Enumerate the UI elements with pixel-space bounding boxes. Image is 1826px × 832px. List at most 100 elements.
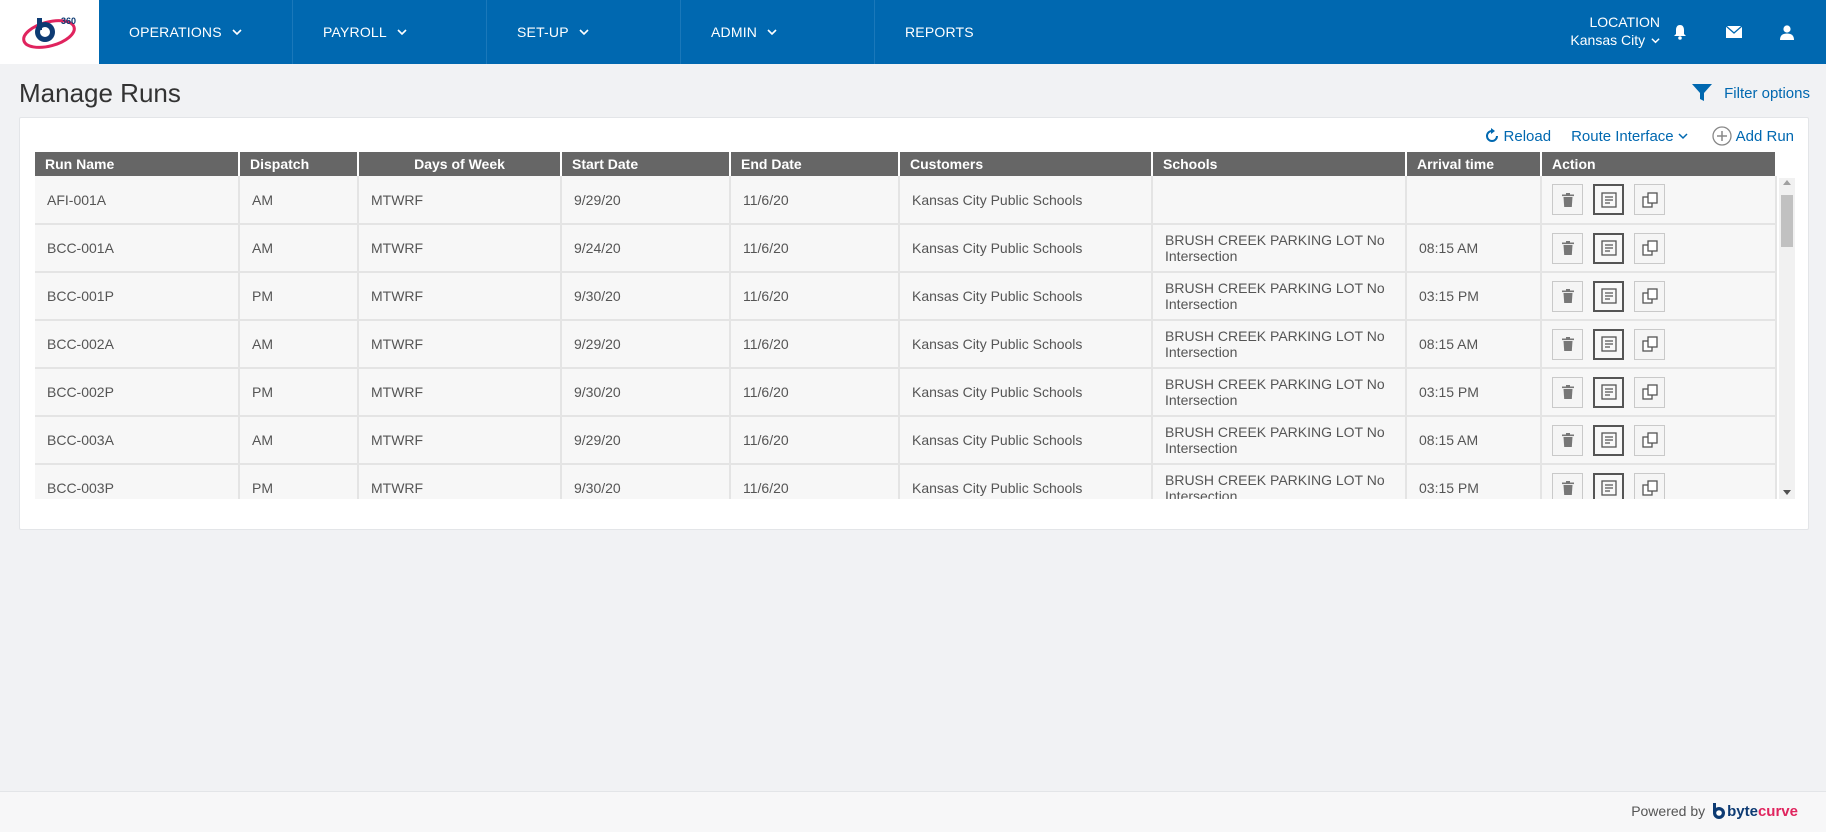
powered-by-label: Powered by bbox=[1631, 803, 1706, 819]
column-header-schools[interactable]: Schools bbox=[1152, 152, 1407, 176]
copy-icon bbox=[1641, 191, 1658, 208]
notes-run-button[interactable] bbox=[1593, 232, 1624, 264]
table-row[interactable]: AFI-001A AM MTWRF 9/29/20 11/6/20 Kansas City… bbox=[35, 176, 1777, 225]
notes-run-button[interactable] bbox=[1593, 184, 1624, 215]
delete-run-button[interactable] bbox=[1552, 424, 1583, 456]
trash-icon bbox=[1561, 481, 1574, 495]
table-row[interactable]: BCC-001P PM MTWRF 9/30/20 11/6/20 Kansas City… bbox=[35, 272, 1777, 321]
copy-icon bbox=[1641, 432, 1658, 448]
table-header-row: Run Name Dispatch Days of Week Start Date En… bbox=[35, 152, 1777, 176]
nav-item-operations[interactable]: OPERATIONS bbox=[99, 0, 293, 64]
days-cell: MTWRF bbox=[358, 176, 562, 225]
top-navbar: 360 OPERATIONS PAYROLL SET-UP ADMIN REPORTS … bbox=[0, 0, 1826, 64]
table-row[interactable]: BCC-002P PM MTWRF 9/30/20 11/6/20 Kansas City… bbox=[35, 368, 1777, 417]
nav-item-set-up[interactable]: SET-UP bbox=[487, 0, 681, 64]
copy-run-button[interactable] bbox=[1634, 184, 1665, 215]
copy-run-button[interactable] bbox=[1634, 376, 1665, 408]
notes-run-button[interactable] bbox=[1593, 424, 1624, 456]
school-cell: BRUSH CREEK PARKING LOT No Intersection bbox=[1152, 272, 1407, 321]
reload-button[interactable]: Reload bbox=[1484, 127, 1552, 145]
end-date-cell: 11/6/20 bbox=[730, 320, 900, 369]
location-selector[interactable]: LOCATION Kansas City bbox=[1540, 0, 1660, 64]
vertical-scrollbar[interactable] bbox=[1779, 178, 1795, 499]
chevron-down-icon bbox=[397, 29, 407, 36]
school-cell: BRUSH CREEK PARKING LOT No Intersection bbox=[1152, 320, 1407, 369]
nav-item-admin[interactable]: ADMIN bbox=[681, 0, 875, 64]
end-date-cell: 11/6/20 bbox=[730, 224, 900, 273]
logo-text: 360 bbox=[61, 16, 76, 26]
column-header-days-of-week[interactable]: Days of Week bbox=[358, 152, 562, 176]
table-row[interactable]: BCC-001A AM MTWRF 9/24/20 11/6/20 Kansas City… bbox=[35, 224, 1777, 273]
notes-run-button[interactable] bbox=[1593, 472, 1624, 499]
notes-icon bbox=[1600, 288, 1617, 304]
run-name-cell: BCC-001P bbox=[35, 272, 240, 321]
copy-run-button[interactable] bbox=[1634, 424, 1665, 456]
brand-logo[interactable]: byte curve bbox=[1711, 802, 1798, 820]
filter-options-button[interactable]: Filter options bbox=[1692, 84, 1810, 102]
notes-icon bbox=[1600, 480, 1617, 496]
delete-run-button[interactable] bbox=[1552, 280, 1583, 312]
reload-label: Reload bbox=[1503, 127, 1552, 145]
table-row[interactable]: BCC-002A AM MTWRF 9/29/20 11/6/20 Kansas City… bbox=[35, 320, 1777, 369]
delete-run-button[interactable] bbox=[1552, 232, 1583, 264]
scroll-down-arrow[interactable] bbox=[1783, 490, 1791, 495]
column-header-end-date[interactable]: End Date bbox=[730, 152, 900, 176]
column-header-customers[interactable]: Customers bbox=[899, 152, 1153, 176]
school-cell: BRUSH CREEK PARKING LOT No Intersection bbox=[1152, 464, 1407, 499]
days-cell: MTWRF bbox=[358, 224, 562, 273]
chevron-down-icon bbox=[1678, 133, 1688, 140]
user-menu-button[interactable] bbox=[1775, 20, 1799, 44]
column-header-action[interactable]: Action bbox=[1541, 152, 1777, 176]
messages-button[interactable] bbox=[1722, 20, 1746, 44]
delete-run-button[interactable] bbox=[1552, 184, 1583, 215]
notes-run-button[interactable] bbox=[1593, 328, 1624, 360]
nav-item-payroll[interactable]: PAYROLL bbox=[293, 0, 487, 64]
school-cell: BRUSH CREEK PARKING LOT No Intersection bbox=[1152, 368, 1407, 417]
scroll-up-arrow[interactable] bbox=[1783, 180, 1791, 185]
nav-item-reports[interactable]: REPORTS bbox=[875, 0, 1069, 64]
dispatch-cell: AM bbox=[239, 320, 359, 369]
school-cell: BRUSH CREEK PARKING LOT No Intersection bbox=[1152, 224, 1407, 273]
copy-run-button[interactable] bbox=[1634, 280, 1665, 312]
page-title: Manage Runs bbox=[19, 78, 181, 108]
scroll-thumb[interactable] bbox=[1781, 195, 1793, 247]
dispatch-cell: AM bbox=[239, 416, 359, 465]
copy-run-button[interactable] bbox=[1634, 472, 1665, 499]
copy-run-button[interactable] bbox=[1634, 328, 1665, 360]
trash-icon bbox=[1561, 289, 1574, 303]
arrival-time-cell: 03:15 PM bbox=[1406, 272, 1542, 321]
delete-run-button[interactable] bbox=[1552, 472, 1583, 499]
action-cell bbox=[1541, 368, 1777, 417]
app-logo[interactable]: 360 bbox=[0, 0, 99, 64]
notifications-button[interactable] bbox=[1668, 20, 1692, 44]
end-date-cell: 11/6/20 bbox=[730, 272, 900, 321]
column-header-arrival-time[interactable]: Arrival time bbox=[1406, 152, 1542, 176]
action-cell bbox=[1541, 320, 1777, 369]
days-cell: MTWRF bbox=[358, 464, 562, 499]
customer-cell: Kansas City Public Schools bbox=[899, 416, 1153, 465]
filter-options-label: Filter options bbox=[1724, 84, 1810, 102]
dispatch-cell: AM bbox=[239, 176, 359, 225]
end-date-cell: 11/6/20 bbox=[730, 368, 900, 417]
table-row[interactable]: BCC-003A AM MTWRF 9/29/20 11/6/20 Kansas City… bbox=[35, 416, 1777, 465]
add-run-button[interactable]: Add Run bbox=[1711, 126, 1794, 146]
table-row[interactable]: BCC-003P PM MTWRF 9/30/20 11/6/20 Kansas City… bbox=[35, 464, 1777, 499]
chevron-down-icon bbox=[767, 29, 777, 36]
customer-cell: Kansas City Public Schools bbox=[899, 464, 1153, 499]
end-date-cell: 11/6/20 bbox=[730, 416, 900, 465]
bell-icon bbox=[1674, 25, 1686, 40]
location-value[interactable]: Kansas City bbox=[1570, 32, 1660, 48]
delete-run-button[interactable] bbox=[1552, 328, 1583, 360]
customer-cell: Kansas City Public Schools bbox=[899, 176, 1153, 225]
column-header-dispatch[interactable]: Dispatch bbox=[239, 152, 359, 176]
nav-item-label: OPERATIONS bbox=[129, 24, 222, 40]
notes-run-button[interactable] bbox=[1593, 376, 1624, 408]
column-header-run-name[interactable]: Run Name bbox=[35, 152, 240, 176]
route-interface-dropdown[interactable]: Route Interface bbox=[1571, 128, 1692, 145]
notes-run-button[interactable] bbox=[1593, 280, 1624, 312]
delete-run-button[interactable] bbox=[1552, 376, 1583, 408]
filter-icon bbox=[1692, 84, 1713, 101]
notes-icon bbox=[1600, 384, 1617, 400]
copy-run-button[interactable] bbox=[1634, 232, 1665, 264]
column-header-start-date[interactable]: Start Date bbox=[561, 152, 731, 176]
